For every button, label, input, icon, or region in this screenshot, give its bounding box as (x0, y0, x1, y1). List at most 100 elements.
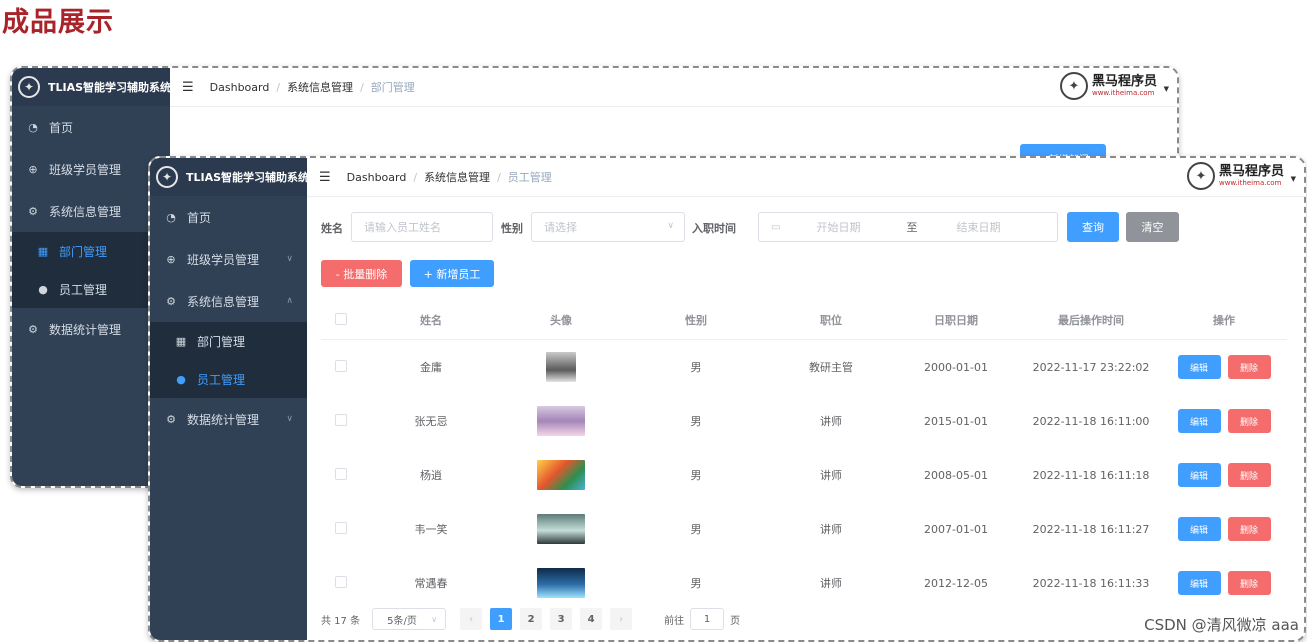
brand-logo-icon: ✦ (1186, 162, 1215, 190)
page-button[interactable]: 4 (580, 608, 603, 630)
avatar (537, 460, 585, 490)
gender-select[interactable]: 请选择 ∨ (531, 212, 685, 242)
table-row: 常遇春 男 讲师 2012-12-05 2022-11-18 16:11:33 … (321, 556, 1287, 610)
hamburger-icon[interactable]: ☰ (319, 170, 331, 185)
gear-icon: ⚙ (28, 204, 38, 218)
row-checkbox[interactable] (335, 521, 347, 534)
hamburger-icon[interactable]: ☰ (182, 80, 194, 95)
entry-date-range-picker[interactable]: ▭ 开始日期 至 结束日期 (758, 212, 1058, 242)
sidebar-item-stats[interactable]: ⚙ 数据统计管理 (12, 308, 170, 350)
breadcrumb-item: 员工管理 (507, 171, 552, 184)
chevron-down-icon: ∨ (431, 614, 438, 624)
sidebar-item-emp[interactable]: ● 员工管理 (12, 270, 170, 308)
dashboard-icon: ◔ (28, 120, 38, 134)
page-button[interactable]: 2 (520, 608, 543, 630)
add-employee-button[interactable]: + 新增员工 (410, 260, 494, 287)
brand-name: 黑马程序员 (1218, 164, 1284, 179)
page-button[interactable]: 1 (490, 608, 513, 630)
query-button[interactable]: 查询 (1067, 212, 1119, 242)
front-window: ✦ TLIAS智能学习辅助系统 ◔ 首页 ⊕ 班级学员管理 ∨ ⚙ 系统信息管理… (148, 156, 1306, 642)
sidebar-item-class-students[interactable]: ⊕ 班级学员管理 (12, 148, 170, 190)
cell-updated-time: 2022-11-18 16:11:27 (1032, 522, 1150, 536)
sidebar-item-class-students[interactable]: ⊕ 班级学员管理 ∨ (150, 238, 307, 280)
sidebar-item-label: 数据统计管理 (49, 322, 122, 337)
brand-logo[interactable]: ✦ 黑马程序员 www.itheima.com ▼ (1186, 162, 1296, 190)
sidebar-item-emp[interactable]: ● 员工管理 (150, 360, 307, 398)
delete-button[interactable]: 删除 (1227, 463, 1271, 487)
sidebar: ✦ TLIAS智能学习辅助系统 ◔ 首页 ⊕ 班级学员管理 ∨ ⚙ 系统信息管理… (150, 158, 309, 640)
goto-page-input[interactable]: 1 (690, 608, 725, 630)
edit-button[interactable]: 编辑 (1177, 409, 1221, 433)
sidebar-item-label: 系统信息管理 (49, 204, 122, 219)
table-row: 金庸 男 教研主管 2000-01-01 2022-11-17 23:22:02… (321, 340, 1287, 394)
cell-gender: 男 (690, 523, 702, 536)
sidebar-item-home[interactable]: ◔ 首页 (12, 106, 170, 148)
pagination: 共 17 条 5条/页 ∨ ‹ 1 2 3 4 › 前往 1 页 (321, 607, 740, 631)
sidebar-item-label: 首页 (187, 210, 212, 225)
clear-button[interactable]: 清空 (1126, 212, 1179, 242)
cell-updated-time: 2022-11-17 23:22:02 (1032, 360, 1150, 374)
sidebar-item-system-info[interactable]: ⚙ 系统信息管理 ∧ (150, 280, 307, 322)
goto-label: 前往 (664, 615, 685, 627)
brand-name: 黑马程序员 (1091, 74, 1157, 89)
breadcrumb-item[interactable]: 系统信息管理 (424, 169, 490, 185)
row-checkbox[interactable] (335, 467, 347, 480)
delete-button[interactable]: 删除 (1227, 409, 1271, 433)
name-search-input[interactable]: 请输入员工姓名 (351, 212, 493, 242)
sidebar-item-dept[interactable]: ▦ 部门管理 (150, 322, 307, 360)
sidebar-item-dept[interactable]: ▦ 部门管理 (12, 232, 170, 270)
sidebar-item-home[interactable]: ◔ 首页 (150, 196, 307, 238)
row-checkbox[interactable] (335, 413, 347, 426)
grid-icon: ▦ (175, 334, 187, 348)
cell-name: 金庸 (420, 361, 442, 374)
table-row: 杨逍 男 讲师 2008-05-01 2022-11-18 16:11:18 编… (321, 448, 1287, 502)
calendar-icon: ▭ (771, 221, 781, 233)
grid-icon: ▦ (37, 244, 49, 258)
select-all-checkbox[interactable] (335, 312, 347, 325)
sidebar-item-system-info[interactable]: ⚙ 系统信息管理 (12, 190, 170, 232)
gear-icon: ⚙ (166, 294, 176, 308)
cell-job: 讲师 (820, 523, 842, 536)
breadcrumb-item[interactable]: 系统信息管理 (287, 79, 353, 95)
user-icon: ● (176, 372, 186, 386)
delete-button[interactable]: 删除 (1227, 571, 1271, 595)
brand-logo-icon: ✦ (1059, 72, 1088, 100)
breadcrumb-item[interactable]: Dashboard (210, 81, 270, 94)
cell-job: 讲师 (820, 415, 842, 428)
cell-gender: 男 (690, 577, 702, 590)
chevron-down-icon: ∨ (286, 254, 293, 264)
breadcrumb-item[interactable]: Dashboard (347, 171, 407, 184)
cell-updated-time: 2022-11-18 16:11:33 (1032, 576, 1150, 590)
gear-icon: ⚙ (28, 322, 38, 336)
dashboard-icon: ◔ (166, 210, 176, 224)
main-content: 姓名 请输入员工姓名 性别 请选择 ∨ 入职时间 ▭ 开始日期 至 结束日期 查… (307, 196, 1304, 640)
edit-button[interactable]: 编辑 (1177, 517, 1221, 541)
cell-name: 常遇春 (414, 577, 448, 590)
column-header: 日职日期 (934, 314, 978, 327)
column-header: 职位 (820, 314, 842, 327)
row-checkbox[interactable] (335, 575, 347, 588)
batch-delete-button[interactable]: - 批量删除 (321, 260, 402, 287)
brand-url: www.itheima.com (1091, 89, 1155, 97)
page-button[interactable]: 3 (550, 608, 573, 630)
sidebar-item-stats[interactable]: ⚙ 数据统计管理 ∨ (150, 398, 307, 440)
edit-button[interactable]: 编辑 (1177, 355, 1221, 379)
next-page-button[interactable]: › (610, 608, 633, 630)
edit-button[interactable]: 编辑 (1177, 463, 1221, 487)
avatar (537, 406, 585, 436)
delete-button[interactable]: 删除 (1227, 517, 1271, 541)
sidebar-item-label: 部门管理 (59, 244, 108, 259)
edit-button[interactable]: 编辑 (1177, 571, 1221, 595)
sidebar-item-label: 部门管理 (197, 334, 246, 349)
table-row: 韦一笑 男 讲师 2007-01-01 2022-11-18 16:11:27 … (321, 502, 1287, 556)
page-size-value: 5条/页 (387, 615, 417, 627)
page-size-select[interactable]: 5条/页 ∨ (372, 608, 447, 630)
caret-down-icon: ▼ (1163, 85, 1169, 93)
prev-page-button[interactable]: ‹ (460, 608, 483, 630)
row-checkbox[interactable] (335, 359, 347, 372)
breadcrumb-item: 部门管理 (370, 81, 415, 94)
delete-button[interactable]: 删除 (1227, 355, 1271, 379)
caret-down-icon: ▼ (1290, 175, 1296, 183)
cell-name: 韦一笑 (414, 523, 448, 536)
brand-logo[interactable]: ✦ 黑马程序员 www.itheima.com ▼ (1059, 72, 1169, 100)
